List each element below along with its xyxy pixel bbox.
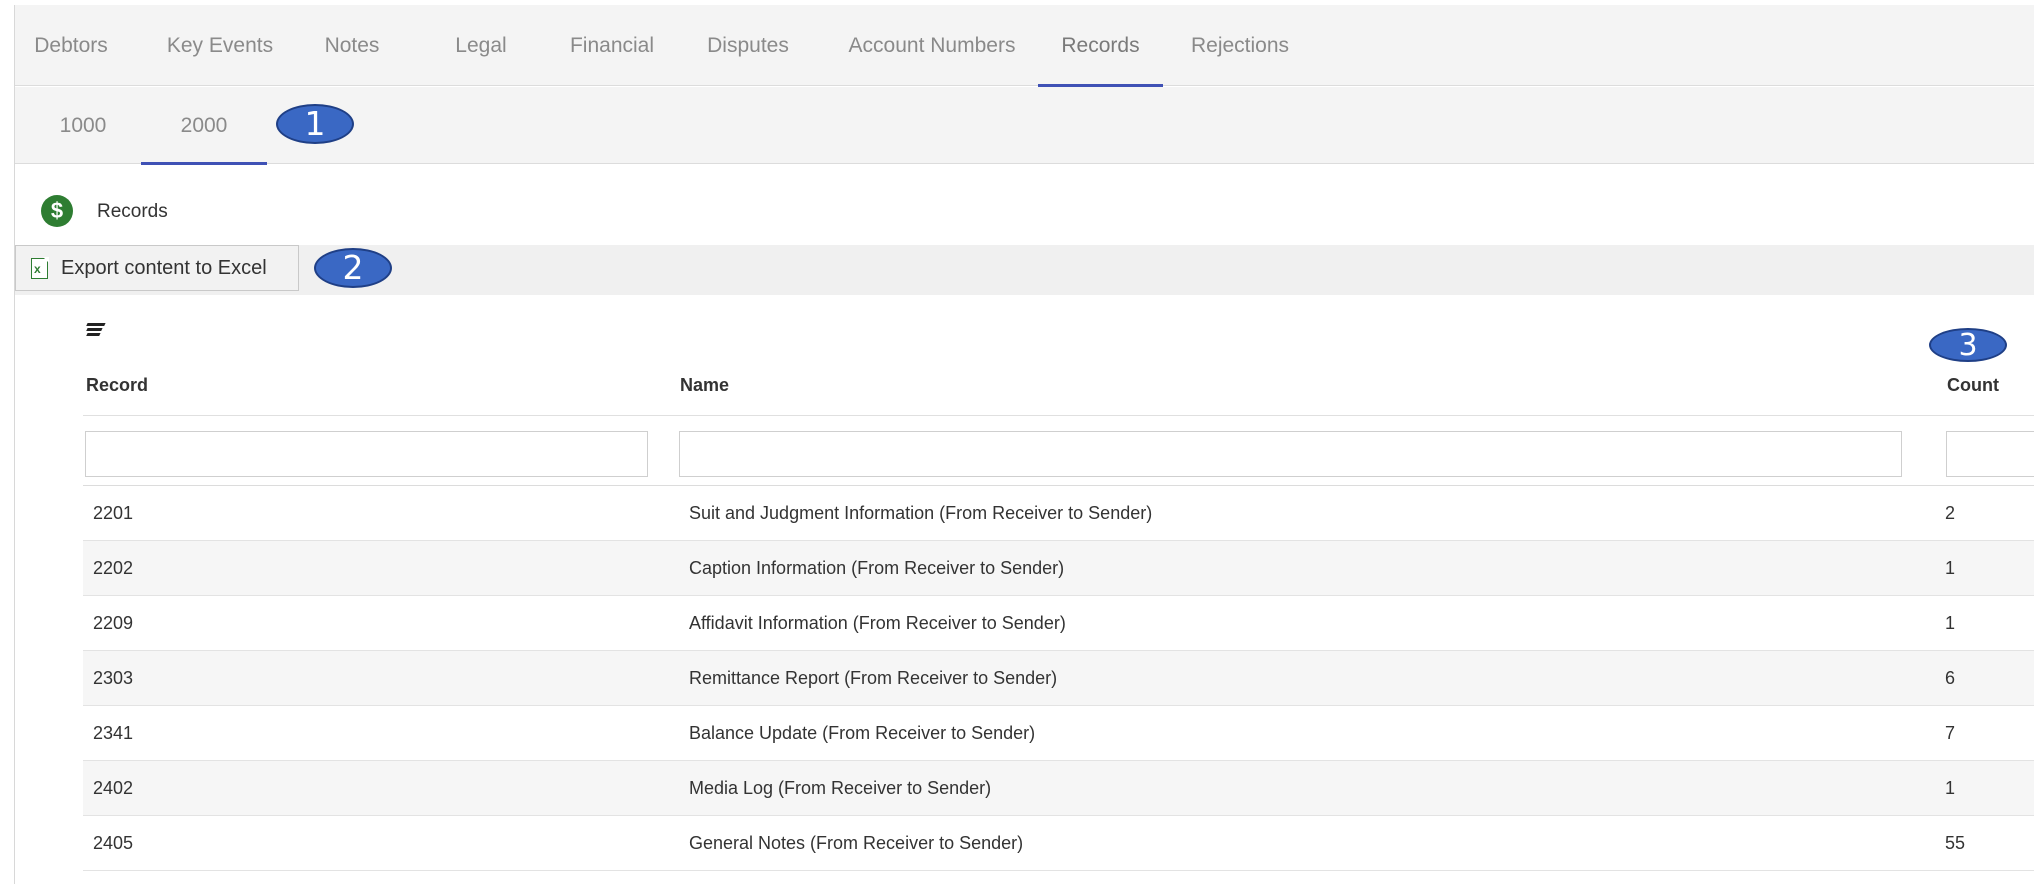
table-row[interactable]: 2209 Affidavit Information (From Receive… (83, 596, 2034, 651)
records-grid: Record Name Count 2201 Suit and Judgment… (69, 295, 2034, 884)
subtab-2000[interactable]: 2000 (141, 87, 267, 165)
cell-record: 2303 (93, 668, 134, 688)
top-tab-bar: Debtors Key Events Notes Legal Financial… (15, 5, 2034, 87)
table-body: 2201 Suit and Judgment Information (From… (83, 486, 2034, 871)
cell-record: 2202 (93, 558, 134, 578)
section-title: Records (97, 201, 168, 222)
cell-count: 6 (1945, 668, 1956, 688)
cell-record: 2405 (93, 833, 134, 853)
name-filter-input[interactable] (679, 431, 1902, 477)
tab-key-events[interactable]: Key Events (163, 5, 277, 86)
callout-3: 3 (1929, 328, 2007, 362)
table-row[interactable]: 2303 Remittance Report (From Receiver to… (83, 651, 2034, 706)
cell-name: Caption Information (From Receiver to Se… (689, 558, 1065, 578)
cell-name: Remittance Report (From Receiver to Send… (689, 668, 1058, 688)
cell-name: Affidavit Information (From Receiver to … (689, 613, 1066, 633)
tab-account-numbers[interactable]: Account Numbers (838, 5, 1026, 86)
table-row[interactable]: 2402 Media Log (From Receiver to Sender)… (83, 761, 2034, 816)
tab-legal[interactable]: Legal (452, 5, 510, 86)
tab-financial[interactable]: Financial (567, 5, 657, 86)
subtab-1000[interactable]: 1000 (27, 87, 139, 164)
cell-count: 7 (1945, 723, 1956, 743)
table-row[interactable]: 2201 Suit and Judgment Information (From… (83, 486, 2034, 541)
table-row[interactable]: 2405 General Notes (From Receiver to Sen… (83, 816, 2034, 871)
tab-debtors[interactable]: Debtors (27, 5, 115, 86)
column-header-record[interactable]: Record (86, 375, 148, 396)
dollar-circle-icon: $ (41, 195, 73, 227)
table-row[interactable]: 2202 Caption Information (From Receiver … (83, 541, 2034, 596)
tab-disputes[interactable]: Disputes (703, 5, 793, 86)
cell-record: 2201 (93, 503, 134, 523)
record-filter-input[interactable] (85, 431, 648, 477)
callout-2: 2 (314, 248, 392, 288)
cell-record: 2341 (93, 723, 134, 743)
cell-name: Balance Update (From Receiver to Sender) (689, 723, 1036, 743)
cell-count: 55 (1945, 833, 1966, 853)
export-button-label: Export content to Excel (61, 257, 267, 279)
cell-record: 2402 (93, 778, 134, 798)
filter-row (83, 416, 2034, 486)
cell-record: 2209 (93, 613, 134, 633)
table-row[interactable]: 2341 Balance Update (From Receiver to Se… (83, 706, 2034, 761)
cell-count: 1 (1945, 558, 1956, 578)
count-filter-input[interactable] (1946, 431, 2034, 477)
excel-file-icon: x (31, 257, 49, 279)
tab-rejections[interactable]: Rejections (1185, 5, 1295, 86)
tab-records[interactable]: Records (1038, 5, 1163, 87)
cell-name: Suit and Judgment Information (From Rece… (689, 503, 1153, 523)
cell-name: Media Log (From Receiver to Sender) (689, 778, 992, 798)
column-menu-icon[interactable] (86, 323, 106, 336)
cell-count: 1 (1945, 778, 1956, 798)
cell-count: 1 (1945, 613, 1956, 633)
column-header-count[interactable]: Count (1947, 375, 1999, 396)
export-to-excel-button[interactable]: x Export content to Excel (15, 245, 299, 291)
section-header: $ Records (15, 165, 2034, 245)
column-header-name[interactable]: Name (680, 375, 729, 396)
callout-1: 1 (276, 104, 354, 144)
cell-name: General Notes (From Receiver to Sender) (689, 833, 1024, 853)
tab-notes[interactable]: Notes (321, 5, 383, 86)
cell-count: 2 (1945, 503, 1956, 523)
